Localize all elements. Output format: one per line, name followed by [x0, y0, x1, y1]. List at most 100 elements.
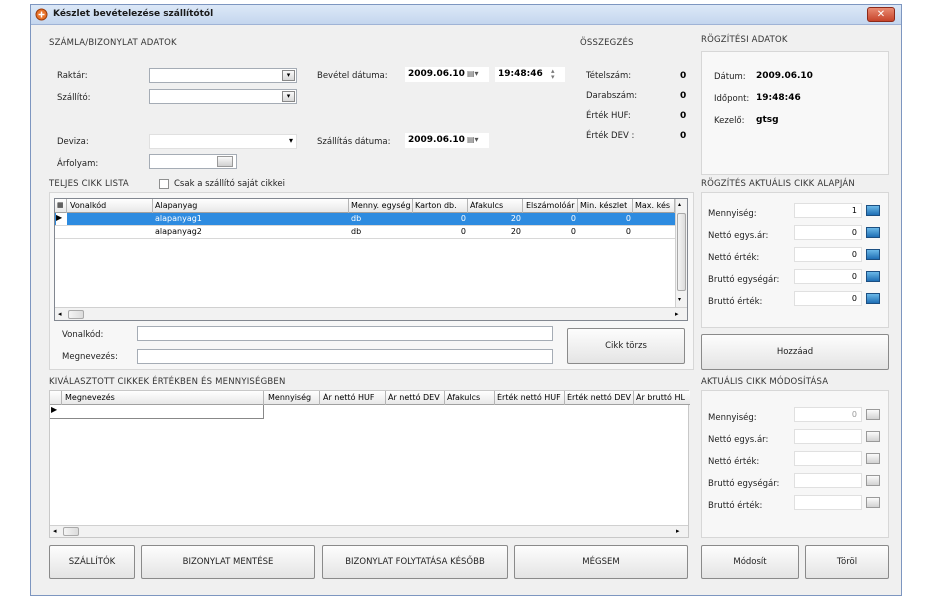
calendar-icon[interactable]: ▤▾ — [467, 69, 479, 78]
item-master-button[interactable]: Cikk törzs — [567, 328, 685, 364]
add-quantity-label: Mennyiség: — [708, 209, 757, 219]
modify-button[interactable]: Módosít — [701, 545, 799, 579]
mod-gross-value-input[interactable] — [794, 495, 862, 510]
scroll-thumb[interactable] — [68, 310, 84, 319]
close-button[interactable]: ✕ — [867, 7, 895, 22]
name-label: Megnevezés: — [62, 352, 118, 362]
delete-button[interactable]: Töröl — [805, 545, 889, 579]
scroll-left-icon[interactable]: ◂ — [53, 527, 57, 535]
col-header-net-value-huf[interactable]: Érték nettó HUF — [497, 393, 565, 402]
col-header-unit[interactable]: Menny. egység — [351, 201, 413, 210]
calculator-icon[interactable] — [217, 156, 233, 167]
mod-net-value-input[interactable] — [794, 451, 862, 466]
col-header-net-price-dev[interactable]: Ár nettó DEV — [388, 393, 445, 402]
col-header-vat[interactable]: Áfakulcs — [470, 201, 503, 210]
scroll-left-icon[interactable]: ◂ — [58, 310, 62, 318]
selected-grid[interactable]: Megnevezés Mennyiség Ár nettó HUF Ár net… — [49, 390, 690, 538]
scroll-down-icon[interactable]: ▾ — [678, 296, 681, 303]
col-header-quantity[interactable]: Mennyiség — [268, 393, 311, 402]
items-grid-header: ▦ Vonalkód Alapanyag Menny. egység Karto… — [55, 199, 675, 213]
mod-net-unit-input[interactable] — [794, 429, 862, 444]
cell-min-stock: 0 — [625, 227, 631, 236]
calculator-icon[interactable] — [866, 205, 880, 216]
summary-section-title: ÖSSZEGZÉS — [580, 38, 634, 48]
calculator-icon[interactable] — [866, 271, 880, 282]
add-net-unit-label: Nettó egys.ár: — [708, 231, 769, 241]
own-items-checkbox[interactable] — [159, 179, 169, 189]
row-pointer-icon: ▶ — [51, 405, 58, 414]
col-header-barcode[interactable]: Vonalkód — [70, 201, 106, 210]
cell-min-stock: 0 — [625, 214, 631, 223]
mod-net-unit-label: Nettó egys.ár: — [708, 435, 769, 445]
col-header-price[interactable]: Elszámolóár — [526, 201, 575, 210]
add-net-value-input[interactable]: 0 — [794, 247, 862, 262]
col-header-carton[interactable]: Karton db. — [415, 201, 457, 210]
scroll-right-icon[interactable]: ▸ — [675, 310, 679, 318]
calculator-icon[interactable] — [866, 431, 880, 442]
name-input[interactable] — [137, 349, 553, 364]
suppliers-button[interactable]: SZÁLLÍTÓK — [49, 545, 135, 579]
calendar-icon[interactable]: ▤▾ — [467, 135, 479, 144]
receipt-time-input[interactable]: 19:48:46 ▴ ▾ — [495, 67, 565, 82]
col-header-net-price-huf[interactable]: Ár nettó HUF — [323, 393, 374, 402]
new-row[interactable]: ▶ — [50, 405, 264, 419]
scroll-thumb[interactable] — [677, 213, 686, 291]
chevron-down-icon[interactable]: ▾ — [282, 70, 295, 81]
table-row[interactable]: alapanyag2 db 0 20 0 0 — [55, 226, 675, 239]
add-quantity-input[interactable]: 1 — [794, 203, 862, 218]
scroll-right-icon[interactable]: ▸ — [676, 527, 680, 535]
currency-select[interactable]: ▾ — [149, 134, 297, 149]
modify-panel: Mennyiség: 0 Nettó egys.ár: Nettó érték:… — [701, 390, 889, 538]
items-section-title: TELJES CIKK LISTA — [49, 179, 129, 189]
calculator-icon[interactable] — [866, 409, 880, 420]
items-grid[interactable]: ▦ Vonalkód Alapanyag Menny. egység Karto… — [54, 198, 688, 321]
mod-quantity-input[interactable]: 0 — [794, 407, 862, 422]
delivery-date-picker[interactable]: 2009.06.10 ▤▾ — [405, 133, 489, 148]
scroll-up-icon[interactable]: ▴ — [678, 201, 681, 208]
add-button[interactable]: Hozzáad — [701, 334, 889, 370]
table-row[interactable]: ▶ alapanyag1 db 0 20 0 0 — [55, 213, 675, 226]
rate-input[interactable] — [149, 154, 237, 169]
calculator-icon[interactable] — [866, 497, 880, 508]
selected-horizontal-scrollbar[interactable]: ◂ ▸ — [50, 525, 688, 537]
delivery-date-value: 2009.06.10 — [408, 135, 465, 145]
col-header-min-stock[interactable]: Min. készlet — [580, 201, 627, 210]
chevron-down-icon[interactable]: ▾ — [289, 136, 293, 145]
col-header-gross-price[interactable]: Ár bruttó HL — [636, 393, 688, 402]
add-net-unit-input[interactable]: 0 — [794, 225, 862, 240]
mod-gross-unit-input[interactable] — [794, 473, 862, 488]
save-document-button[interactable]: BIZONYLAT MENTÉSE — [141, 545, 315, 579]
cell-carton: 0 — [460, 214, 466, 223]
receipt-date-picker[interactable]: 2009.06.10 ▤▾ — [405, 67, 489, 82]
col-header-material[interactable]: Alapanyag — [155, 201, 197, 210]
selected-grid-header: Megnevezés Mennyiség Ár nettó HUF Ár net… — [50, 391, 690, 405]
items-vertical-scrollbar[interactable]: ▴ ▾ — [675, 199, 687, 307]
record-panel: Dátum: 2009.06.10 Időpont: 19:48:46 Keze… — [701, 51, 889, 175]
chevron-down-icon[interactable]: ▾ — [282, 91, 295, 102]
spinner-icon[interactable]: ▴ ▾ — [551, 68, 555, 81]
dialog-window: Készlet bevételezése szállítótól ✕ SZÁML… — [30, 4, 902, 596]
receipt-date-value: 2009.06.10 — [408, 69, 465, 79]
continue-later-button[interactable]: BIZONYLAT FOLYTATÁSA KÉSŐBB — [322, 545, 508, 579]
add-current-panel: Mennyiség: 1 Nettó egys.ár: 0 Nettó érté… — [701, 192, 889, 328]
calculator-icon[interactable] — [866, 249, 880, 260]
col-header-net-value-dev[interactable]: Érték nettó DEV — [567, 393, 634, 402]
col-header-name[interactable]: Megnevezés — [65, 393, 115, 402]
add-gross-unit-input[interactable]: 0 — [794, 269, 862, 284]
col-header-vat[interactable]: Áfakulcs — [447, 393, 480, 402]
cell-vat: 20 — [510, 214, 521, 223]
scroll-thumb[interactable] — [63, 527, 79, 536]
barcode-label: Vonalkód: — [62, 330, 104, 340]
barcode-input[interactable] — [137, 326, 553, 341]
add-gross-value-input[interactable]: 0 — [794, 291, 862, 306]
calculator-icon[interactable] — [866, 293, 880, 304]
calculator-icon[interactable] — [866, 453, 880, 464]
calculator-icon[interactable] — [866, 475, 880, 486]
window-title: Készlet bevételezése szállítótól — [53, 9, 214, 19]
items-horizontal-scrollbar[interactable]: ◂ ▸ — [55, 307, 687, 320]
supplier-select[interactable]: ▾ — [149, 89, 297, 104]
cancel-button[interactable]: MÉGSEM — [514, 545, 688, 579]
col-header-max-stock[interactable]: Max. kés — [635, 201, 675, 210]
warehouse-select[interactable]: ▾ — [149, 68, 297, 83]
calculator-icon[interactable] — [866, 227, 880, 238]
